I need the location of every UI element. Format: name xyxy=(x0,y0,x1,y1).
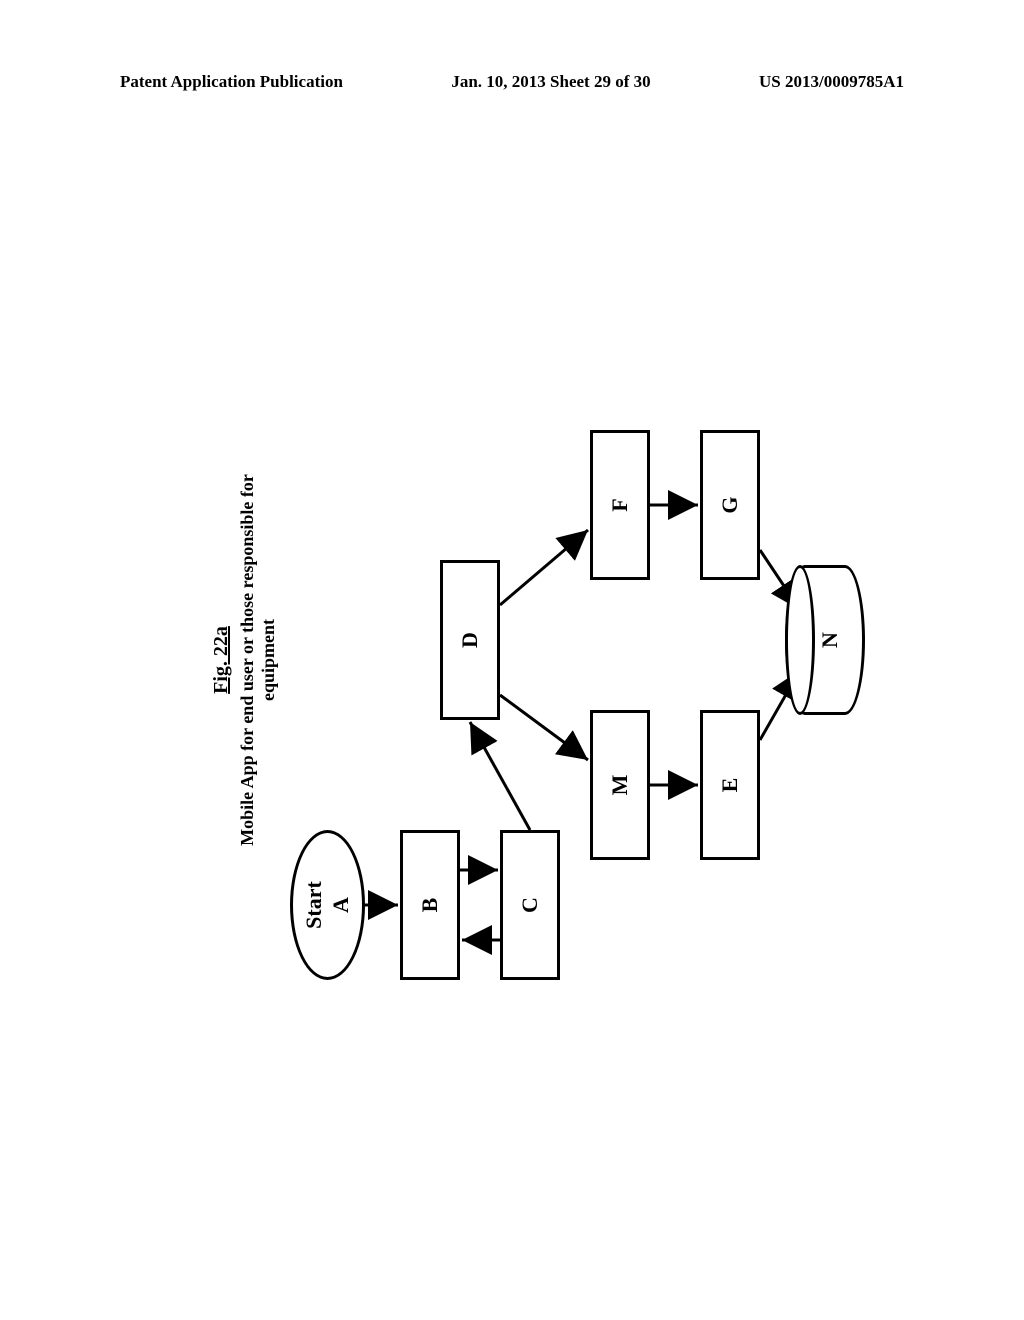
node-label-m: M xyxy=(607,775,633,796)
flowchart-node-start: StartA xyxy=(290,830,365,980)
node-label-g: G xyxy=(717,496,743,513)
page-header: Patent Application Publication Jan. 10, … xyxy=(0,72,1024,92)
figure-title: Fig. 22a Mobile App for end user or thos… xyxy=(210,470,279,850)
header-right: US 2013/0009785A1 xyxy=(759,72,904,92)
node-label-a: StartA xyxy=(301,881,354,929)
flowchart-node-m: M xyxy=(590,710,650,860)
header-left: Patent Application Publication xyxy=(120,72,343,92)
figure-caption: Mobile App for end user or those respons… xyxy=(237,470,279,850)
figure-number: Fig. 22a xyxy=(210,626,232,694)
header-center: Jan. 10, 2013 Sheet 29 of 30 xyxy=(451,72,650,92)
node-label-f: F xyxy=(607,498,633,511)
node-label-n: N xyxy=(817,632,843,648)
figure-rotated-container: Fig. 22a Mobile App for end user or thos… xyxy=(210,280,810,1040)
flowchart-node-n: N xyxy=(785,565,865,715)
flowchart-node-d: D xyxy=(440,560,500,720)
node-label-c: C xyxy=(517,897,543,913)
node-label-e: E xyxy=(717,778,743,793)
flowchart-node-c: C xyxy=(500,830,560,980)
node-label-b: B xyxy=(417,898,443,913)
flowchart-node-g: G xyxy=(700,430,760,580)
flowchart-node-e: E xyxy=(700,710,760,860)
flowchart-node-f: F xyxy=(590,430,650,580)
node-label-d: D xyxy=(457,632,483,648)
flowchart-node-b: B xyxy=(400,830,460,980)
